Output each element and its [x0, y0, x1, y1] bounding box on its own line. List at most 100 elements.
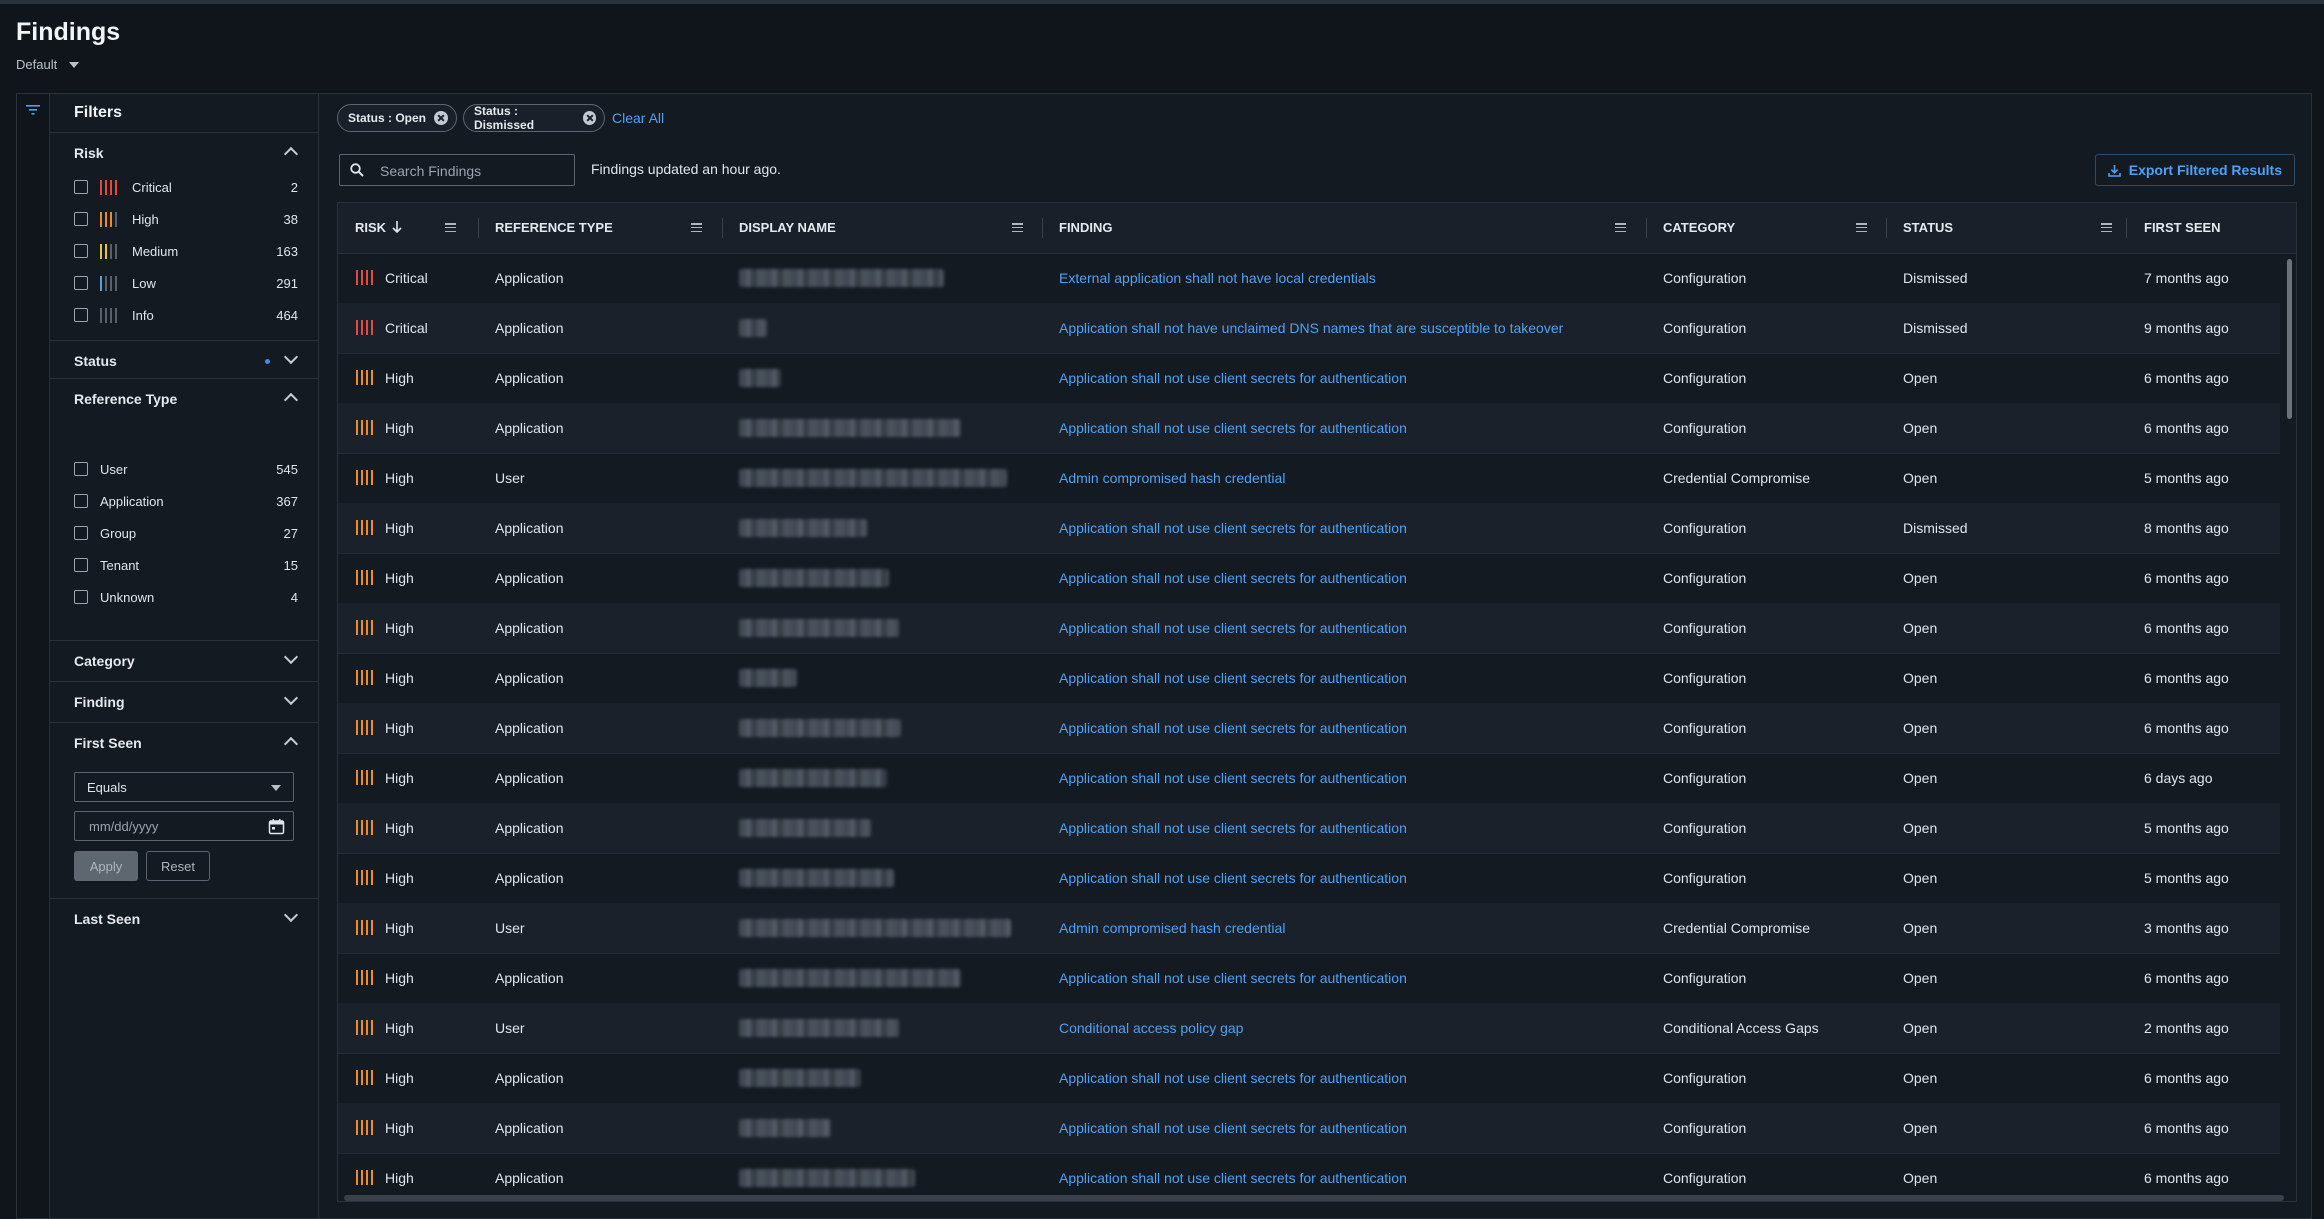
finding-link[interactable]: Application shall not use client secrets… [1059, 620, 1407, 636]
reference-type-filter-option[interactable]: Unknown 4 [74, 588, 298, 608]
search-input[interactable] [378, 162, 572, 180]
reset-button[interactable]: Reset [146, 851, 210, 881]
search-findings[interactable] [339, 154, 575, 186]
table-row[interactable]: High Application Application shall not use… [338, 703, 2280, 754]
reference-type-filter-header[interactable]: Reference Type [50, 378, 318, 416]
export-button[interactable]: Export Filtered Results [2094, 154, 2295, 186]
risk-filter-option[interactable]: Info 464 [74, 306, 298, 326]
checkbox[interactable] [74, 180, 88, 194]
column-divider[interactable] [1646, 218, 1647, 238]
risk-filter-header[interactable]: Risk [50, 132, 318, 170]
column-header-category[interactable]: CATEGORY [1663, 203, 1868, 253]
table-row[interactable]: High Application Application shall not use… [338, 753, 2280, 804]
checkbox[interactable] [74, 526, 88, 540]
finding-link[interactable]: Application shall not use client secrets… [1059, 1070, 1407, 1086]
checkbox[interactable] [74, 494, 88, 508]
column-menu-icon[interactable] [445, 223, 456, 233]
status-filter-header[interactable]: Status [50, 340, 318, 378]
table-row[interactable]: High Application Application shall not use… [338, 403, 2280, 454]
finding-link[interactable]: Application shall not use client secrets… [1059, 1170, 1407, 1186]
table-row[interactable]: High Application Application shall not use… [338, 1103, 2280, 1154]
checkbox[interactable] [74, 212, 88, 226]
finding-link[interactable]: Application shall not use client secrets… [1059, 970, 1407, 986]
column-header-first-seen[interactable]: FIRST SEEN [2144, 203, 2284, 253]
finding-link[interactable]: Application shall not have unclaimed DNS… [1059, 320, 1563, 336]
finding-link[interactable]: Admin compromised hash credential [1059, 470, 1285, 486]
column-divider[interactable] [1042, 218, 1043, 238]
column-header-display-name[interactable]: DISPLAY NAME [739, 203, 1029, 253]
checkbox[interactable] [74, 462, 88, 476]
column-header-status[interactable]: STATUS [1903, 203, 2118, 253]
finding-link[interactable]: Application shall not use client secrets… [1059, 370, 1407, 386]
close-icon[interactable] [434, 111, 448, 125]
checkbox[interactable] [74, 558, 88, 572]
table-row[interactable]: High User Conditional access policy gap Con… [338, 1003, 2280, 1054]
last-seen-filter-header[interactable]: Last Seen [50, 898, 318, 936]
checkbox[interactable] [74, 244, 88, 258]
table-row[interactable]: Critical Application Application shall not… [338, 303, 2280, 354]
finding-link[interactable]: Application shall not use client secrets… [1059, 820, 1407, 836]
table-row[interactable]: High Application Application shall not use… [338, 503, 2280, 554]
table-row[interactable]: High Application Application shall not use… [338, 553, 2280, 604]
vertical-scrollbar[interactable] [2287, 259, 2292, 419]
checkbox[interactable] [74, 276, 88, 290]
finding-link[interactable]: Conditional access policy gap [1059, 1020, 1243, 1036]
horizontal-scrollbar[interactable] [344, 1195, 2284, 1201]
finding-link[interactable]: Application shall not use client secrets… [1059, 420, 1407, 436]
filter-icon[interactable] [25, 102, 41, 118]
finding-link[interactable]: Application shall not use client secrets… [1059, 670, 1407, 686]
finding-link[interactable]: Application shall not use client secrets… [1059, 870, 1407, 886]
table-row[interactable]: High Application Application shall not use… [338, 603, 2280, 654]
first-seen-operator-select[interactable]: Equals [74, 772, 294, 802]
column-divider[interactable] [2126, 218, 2127, 238]
reference-type-filter-option[interactable]: Tenant 15 [74, 556, 298, 576]
finding-link[interactable]: External application shall not have loca… [1059, 270, 1376, 286]
column-menu-icon[interactable] [1615, 223, 1626, 233]
finding-link[interactable]: Application shall not use client secrets… [1059, 720, 1407, 736]
finding-link[interactable]: Application shall not use client secrets… [1059, 570, 1407, 586]
table-row[interactable]: High Application Application shall not use… [338, 1053, 2280, 1104]
column-header-finding[interactable]: FINDING [1059, 203, 1639, 253]
status-open-chip[interactable]: Status : Open [337, 104, 457, 132]
table-row[interactable]: High User Admin compromised hash credentia… [338, 453, 2280, 504]
column-menu-icon[interactable] [2101, 223, 2112, 233]
table-row[interactable]: Critical Application External application … [338, 253, 2280, 304]
clear-all-link[interactable]: Clear All [612, 110, 664, 126]
apply-button[interactable]: Apply [74, 851, 138, 881]
column-menu-icon[interactable] [1012, 223, 1023, 233]
table-row[interactable]: High User Admin compromised hash credentia… [338, 903, 2280, 954]
reference-type-filter-option[interactable]: Group 27 [74, 524, 298, 544]
risk-filter-option[interactable]: Medium 163 [74, 242, 298, 262]
table-row[interactable]: High Application Application shall not use… [338, 653, 2280, 704]
finding-link[interactable]: Application shall not use client secrets… [1059, 1120, 1407, 1136]
view-selector[interactable]: Default [16, 57, 120, 72]
table-row[interactable]: High Application Application shall not use… [338, 353, 2280, 404]
checkbox[interactable] [74, 308, 88, 322]
finding-filter-header[interactable]: Finding [50, 681, 318, 719]
first-seen-filter-header[interactable]: First Seen [50, 722, 318, 760]
table-row[interactable]: High Application Application shall not use… [338, 953, 2280, 1004]
column-menu-icon[interactable] [1856, 223, 1867, 233]
category-filter-header[interactable]: Category [50, 640, 318, 678]
close-icon[interactable] [582, 111, 596, 125]
table-row[interactable]: High Application Application shall not use… [338, 803, 2280, 854]
risk-filter-option[interactable]: Critical 2 [74, 178, 298, 198]
finding-link[interactable]: Application shall not use client secrets… [1059, 770, 1407, 786]
risk-filter-option[interactable]: Low 291 [74, 274, 298, 294]
table-row[interactable]: High Application Application shall not use… [338, 853, 2280, 904]
reference-type-filter-option[interactable]: Application 367 [74, 492, 298, 512]
calendar-icon[interactable] [268, 818, 285, 835]
column-divider[interactable] [1886, 218, 1887, 238]
finding-link[interactable]: Application shall not use client secrets… [1059, 520, 1407, 536]
finding-link[interactable]: Admin compromised hash credential [1059, 920, 1285, 936]
arrow-down-icon[interactable] [391, 220, 403, 234]
first-seen-date-field[interactable] [74, 811, 294, 841]
risk-filter-option[interactable]: High 38 [74, 210, 298, 230]
reference-type-filter-option[interactable]: User 545 [74, 460, 298, 480]
column-divider[interactable] [722, 218, 723, 238]
column-header-risk[interactable]: RISK [355, 203, 475, 253]
first-seen-date-input[interactable] [87, 818, 261, 835]
column-divider[interactable] [478, 218, 479, 238]
status-dismissed-chip[interactable]: Status : Dismissed [463, 104, 605, 132]
column-header-reference-type[interactable]: REFERENCE TYPE [495, 203, 715, 253]
